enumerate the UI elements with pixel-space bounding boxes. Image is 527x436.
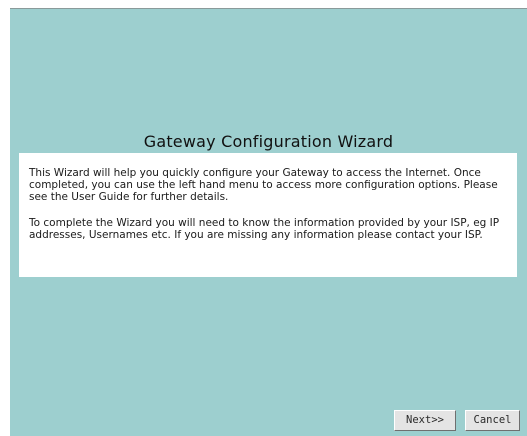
next-button[interactable]: Next>>	[394, 410, 456, 431]
requirements-paragraph: To complete the Wizard you will need to …	[29, 217, 500, 241]
intro-paragraph: This Wizard will help you quickly config…	[29, 167, 498, 203]
cancel-button[interactable]: Cancel	[465, 410, 520, 431]
wizard-intro-box: This Wizard will help you quickly config…	[19, 153, 517, 277]
wizard-title: Gateway Configuration Wizard	[143, 132, 394, 151]
